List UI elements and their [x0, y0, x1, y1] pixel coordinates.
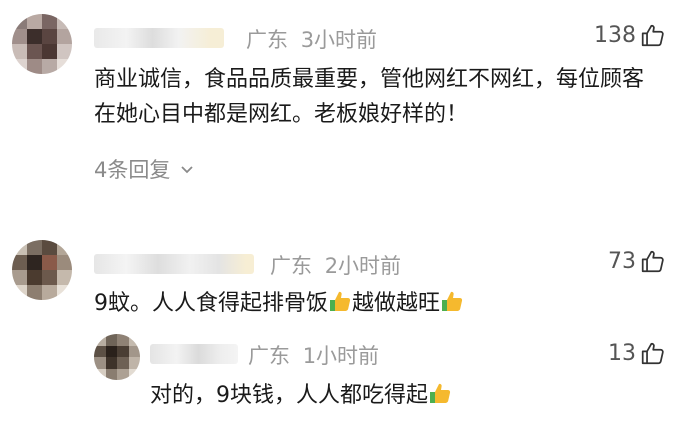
reply-meta: 广东 1小时前: [248, 340, 379, 370]
like-button[interactable]: 13: [608, 340, 666, 366]
like-count: 138: [594, 22, 636, 48]
chevron-down-icon: [181, 166, 193, 174]
reply-text-content: 对的，9块钱，人人都吃得起: [150, 383, 428, 408]
thumbs-up-icon: [641, 250, 664, 273]
region-label: 广东: [248, 344, 290, 368]
region-label: 广东: [270, 254, 312, 278]
thumbs-up-emoji-icon: [442, 291, 463, 311]
like-button[interactable]: 138: [594, 22, 666, 48]
time-label: 3小时前: [300, 28, 378, 52]
comment-meta: 广东 3小时前: [246, 24, 377, 54]
thumbs-up-icon: [641, 342, 664, 365]
username-blurred[interactable]: [150, 344, 238, 364]
avatar[interactable]: [12, 14, 72, 74]
like-button[interactable]: 73: [608, 248, 666, 274]
username-blurred[interactable]: [94, 28, 224, 48]
comment-text: 9蚊。人人食得起排骨饭 越做越旺: [94, 286, 464, 321]
thumbs-up-icon: [641, 24, 664, 47]
comment-meta: 广东 2小时前: [270, 250, 401, 280]
username-blurred[interactable]: [94, 254, 254, 274]
avatar[interactable]: [94, 334, 140, 380]
reply-text: 对的，9块钱，人人都吃得起: [150, 378, 452, 413]
like-count: 73: [608, 248, 636, 274]
comment-text: 商业诚信，食品品质最重要，管他网红不网红，每位顾客在她心目中都是网红。老板娘好样…: [94, 67, 645, 127]
like-count: 13: [608, 340, 636, 366]
view-replies-link[interactable]: 4条回复: [94, 154, 194, 184]
divider: [0, 214, 690, 215]
region-label: 广东: [246, 28, 288, 52]
time-label: 1小时前: [302, 344, 380, 368]
comment-text-part1: 9蚊。人人食得起排骨饭: [94, 291, 328, 316]
thumbs-up-emoji-icon: [330, 291, 351, 311]
thumbs-up-emoji-icon: [430, 383, 451, 403]
replies-count-label: 4条回复: [94, 158, 171, 182]
time-label: 2小时前: [324, 254, 402, 278]
avatar[interactable]: [12, 240, 72, 300]
comment-text-part2: 越做越旺: [352, 291, 441, 316]
